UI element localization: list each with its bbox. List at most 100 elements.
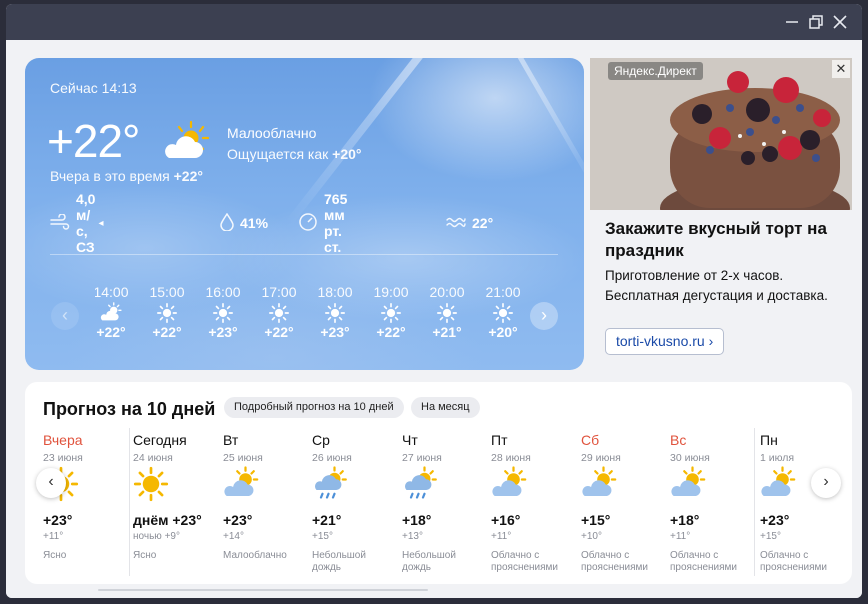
hour-temp: +23° <box>320 324 350 340</box>
ad-title[interactable]: Закажите вкусный торт на праздник <box>605 218 845 262</box>
forecast-day[interactable]: Вс 30 июня +18° +11° Облачно с прояснениями <box>670 432 760 582</box>
current-temperature: +22° <box>47 115 140 167</box>
hour-temp: +22° <box>152 324 182 340</box>
day-temp: +15° <box>581 512 611 528</box>
horizontal-scrollbar[interactable] <box>98 589 428 591</box>
water-temp-metric[interactable]: 22° <box>446 212 493 234</box>
sun-ray-decoration <box>285 58 453 226</box>
sun-icon <box>133 466 173 502</box>
hour-temp: +23° <box>208 324 238 340</box>
hourly-item[interactable]: 17:00 +22° <box>251 284 307 340</box>
current-condition: Малооблачно <box>227 125 317 141</box>
ad-link-button[interactable]: torti-vkusno.ru › <box>605 328 725 355</box>
night-temp: +15° <box>312 531 333 542</box>
night-temp: +11° <box>43 531 64 542</box>
hour-time: 20:00 <box>429 284 465 300</box>
hour-time: 18:00 <box>317 284 353 300</box>
day-temp: +18° <box>670 512 700 528</box>
hour-time: 16:00 <box>205 284 241 300</box>
pressure-value: 765 мм рт. ст. <box>324 191 348 255</box>
humidity-metric[interactable]: 41% <box>220 212 268 234</box>
yesterday-value: +22° <box>173 168 203 184</box>
hourly-item[interactable]: 20:00 +21° <box>419 284 475 340</box>
forecast-day[interactable]: Вт 25 июня +23° +14° Малооблачно <box>223 432 313 582</box>
hour-time: 15:00 <box>149 284 185 300</box>
hourly-item[interactable]: 16:00 +23° <box>195 284 251 340</box>
hourly-item[interactable]: 19:00 +22° <box>363 284 419 340</box>
day-temp: +16° <box>491 512 521 528</box>
page-content: Сейчас 14:13 +22° Малооблачно Ощущается … <box>6 40 862 598</box>
rain-icon <box>312 466 352 502</box>
ad-block[interactable]: Яндекс.Директ ✕ Закажите вкусный торт на… <box>590 58 852 370</box>
hourly-item[interactable]: 21:00 +20° <box>475 284 531 340</box>
forecast-next-button[interactable]: › <box>811 468 841 498</box>
hour-temp: +22° <box>376 324 406 340</box>
night-temp: +11° <box>670 531 691 542</box>
partly-cloudy-icon <box>223 466 263 502</box>
partly-cloudy-icon <box>95 302 139 324</box>
day-condition: Облачно с прояснениями <box>581 550 649 573</box>
day-condition: Небольшой дождь <box>402 550 456 573</box>
day-date: 25 июня <box>223 452 263 464</box>
forecast-day[interactable]: Чт 27 июня +18° +13° Небольшой дождь <box>402 432 492 582</box>
day-temp: +18° <box>402 512 432 528</box>
hourly-item[interactable]: 14:00 +22° <box>95 284 139 340</box>
forecast-day[interactable]: Пт 28 июня +16° +11° Облачно с прояснениями <box>491 432 581 582</box>
close-icon[interactable] <box>828 10 852 34</box>
day-name: Ср <box>312 432 330 448</box>
day-date: 26 июня <box>312 452 352 464</box>
current-time-label: Сейчас 14:13 <box>50 80 137 96</box>
day-condition: Ясно <box>133 550 157 561</box>
hour-temp: +21° <box>432 324 462 340</box>
day-name: Вчера <box>43 432 83 448</box>
forecast-prev-button[interactable]: ‹ <box>36 468 66 498</box>
wind-icon <box>50 212 70 233</box>
day-temp: днём +23° <box>133 512 202 528</box>
day-condition: Небольшой дождь <box>312 550 366 573</box>
hourly-item[interactable]: 18:00 +23° <box>307 284 363 340</box>
day-date: 29 июня <box>581 452 621 464</box>
night-temp: +13° <box>402 531 423 542</box>
day-name: Сб <box>581 432 600 448</box>
forecast-day[interactable]: Вчера 23 июня +23° +11° Ясно <box>43 432 133 582</box>
day-name: Вс <box>670 432 687 448</box>
day-date: 1 июля <box>760 452 795 464</box>
pressure-metric[interactable]: 765 мм рт. ст. <box>298 191 347 255</box>
feels-like: Ощущается как +20° <box>227 146 362 162</box>
wind-direction-icon: ◂ <box>98 217 104 229</box>
hourly-forecast: 14:00 +22° 15:00 +22° 16:00 +23° 17:00 +22° 18:0… <box>95 284 555 354</box>
title-bar <box>6 4 862 40</box>
ad-close-icon[interactable]: ✕ <box>832 60 850 78</box>
hour-temp: +20° <box>488 324 518 340</box>
minimize-icon[interactable] <box>780 10 804 34</box>
night-temp: ночью +9° <box>133 531 180 542</box>
month-forecast-chip[interactable]: На месяц <box>411 397 480 418</box>
wind-metric[interactable]: 4,0 м/с, СЗ ◂ <box>50 191 104 255</box>
night-temp: +15° <box>760 531 781 542</box>
hourly-item[interactable]: 15:00 +22° <box>139 284 195 340</box>
partly-cloudy-icon <box>581 466 621 502</box>
ad-tag: Яндекс.Директ <box>608 62 703 80</box>
forecast-day[interactable]: Ср 26 июня +21° +15° Небольшой дождь <box>312 432 402 582</box>
humidity-value: 41% <box>240 215 269 231</box>
ad-cake-image[interactable]: Яндекс.Директ ✕ <box>590 58 852 210</box>
day-condition: Облачно с прояснениями <box>760 550 828 573</box>
forecast-day[interactable]: Сб 29 июня +15° +10° Облачно с прояснениями <box>581 432 671 582</box>
feels-like-value: +20° <box>332 146 362 162</box>
detailed-forecast-chip[interactable]: Подробный прогноз на 10 дней <box>224 397 404 418</box>
night-temp: +11° <box>491 531 512 542</box>
day-name: Пн <box>760 432 778 448</box>
hourly-next-button[interactable]: › <box>530 302 558 330</box>
restore-icon[interactable] <box>804 10 828 34</box>
hourly-prev-button[interactable]: ‹ <box>51 302 79 330</box>
forecast-day[interactable]: Сегодня 24 июня днём +23° ночью +9° Ясно <box>133 432 223 582</box>
humidity-icon <box>220 212 234 234</box>
day-temp: +23° <box>43 512 73 528</box>
forecast-day[interactable]: Пн 1 июля +23° +15° Облачно с прояснениями <box>760 432 850 582</box>
day-condition: Облачно с прояснениями <box>670 550 738 573</box>
day-temp: +23° <box>760 512 790 528</box>
current-weather-card[interactable]: Сейчас 14:13 +22° Малооблачно Ощущается … <box>25 58 584 370</box>
hour-time: 17:00 <box>261 284 297 300</box>
sun-icon <box>195 302 251 324</box>
day-date: 24 июня <box>133 452 173 464</box>
